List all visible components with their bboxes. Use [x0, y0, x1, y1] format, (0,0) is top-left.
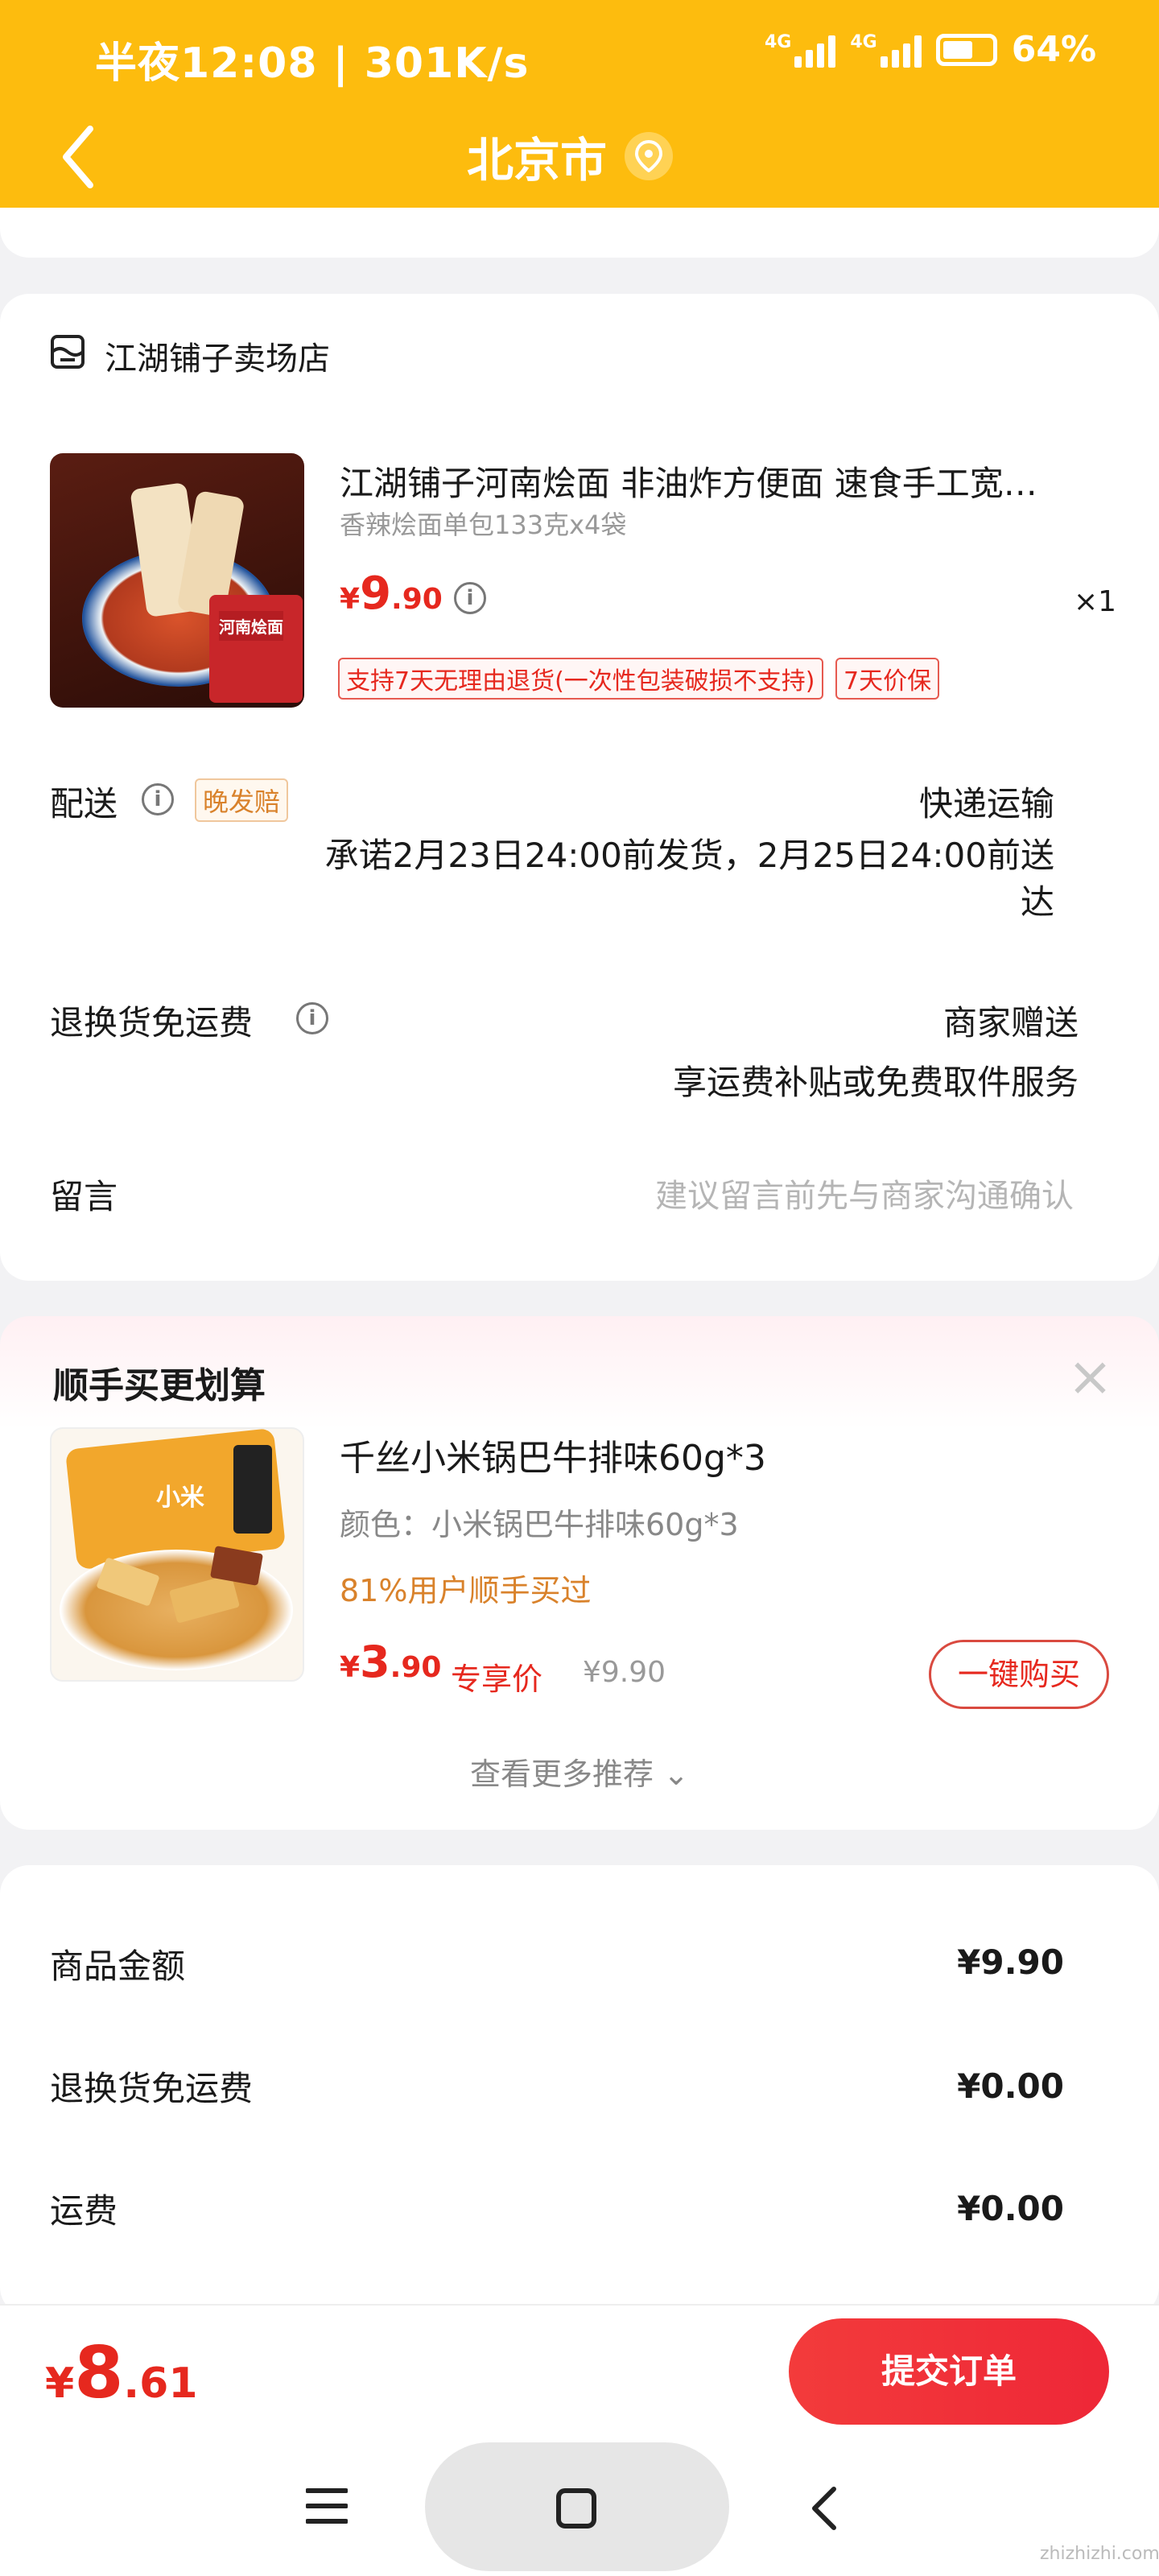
order-card: 江湖铺子卖场店 河南烩面 江湖铺子河南烩面 非油炸方便面 速食手工宽… 香辣烩面…	[0, 294, 1159, 1281]
product-price: ¥9.90	[340, 568, 443, 620]
menu-icon[interactable]	[306, 2487, 348, 2524]
price-info-icon[interactable]: i	[454, 582, 486, 614]
summary-label-shipping: 运费	[50, 2191, 118, 2231]
recommend-item-name[interactable]: 千丝小米锅巴牛排味60g*3	[340, 1429, 766, 1480]
recommend-buy-rate: 81%用户顺手买过	[340, 1573, 592, 1608]
product-image[interactable]: 河南烩面	[50, 453, 304, 708]
total-price: ¥8.61	[45, 2331, 198, 2414]
delivery-method[interactable]: 快递运输	[919, 777, 1054, 826]
submit-order-button[interactable]: 提交订单	[789, 2318, 1109, 2425]
status-icons: 4G 4G 64%	[765, 29, 1096, 70]
package-label: 河南烩面	[219, 611, 283, 641]
location-pin-icon	[625, 132, 674, 180]
product-quantity: ×1	[1074, 585, 1117, 618]
delivery-label: 配送	[50, 784, 118, 824]
page-title: 北京市	[467, 133, 608, 188]
original-price: ¥9.90	[583, 1656, 666, 1689]
price-protect-tag: 7天价保	[835, 658, 940, 700]
battery-icon	[935, 33, 997, 66]
price-summary-card: 商品金额 ¥9.90 退换货免运费 ¥0.00 运费 ¥0.00	[0, 1865, 1159, 2316]
message-input[interactable]: 建议留言前先与商家沟通确认	[655, 1170, 1074, 1216]
exclusive-price-tag: 专享价	[451, 1662, 543, 1697]
delivery-info-icon[interactable]: i	[142, 783, 174, 815]
product-spec[interactable]: 香辣烩面单包133克x4袋	[340, 505, 626, 542]
recommend-item-image[interactable]: 小米	[50, 1427, 304, 1682]
return-shipping-value: 商家赠送	[942, 1003, 1079, 1042]
summary-value-goods: ¥9.90	[957, 1942, 1064, 1982]
location-selector[interactable]: 北京市	[467, 122, 674, 190]
delivery-promise-line1: 承诺2月23日24:00前发货，2月25日24:00前送	[324, 836, 1054, 875]
summary-label-return-shipping: 退换货免运费	[50, 2069, 254, 2108]
recommend-title: 顺手买更划算	[53, 1365, 266, 1406]
return-shipping-info-icon[interactable]: i	[296, 1002, 328, 1034]
summary-value-shipping: ¥0.00	[957, 2189, 1064, 2228]
home-icon[interactable]	[555, 2487, 597, 2529]
message-label: 留言	[50, 1177, 118, 1216]
recommend-item-color[interactable]: 颜色：小米锅巴牛排味60g*3	[340, 1500, 739, 1544]
return-shipping-desc: 享运费补贴或免费取件服务	[672, 1063, 1079, 1102]
close-icon[interactable]: ×	[1067, 1345, 1113, 1409]
battery-percent: 64%	[1011, 29, 1097, 70]
more-recommend-link[interactable]: 查看更多推荐 ⌄	[0, 1749, 1159, 1794]
product-title[interactable]: 江湖铺子河南烩面 非油炸方便面 速食手工宽…	[340, 456, 1037, 506]
signal-icon: 4G	[765, 32, 836, 68]
watermark: zhizhizhi.com	[1040, 2544, 1159, 2564]
recommend-card: 顺手买更划算 × 小米 千丝小米锅巴牛排味60g*3 颜色：小米锅巴牛排味60g…	[0, 1316, 1159, 1830]
one-click-buy-button[interactable]: 一键购买	[929, 1640, 1109, 1709]
back-icon[interactable]	[56, 121, 105, 193]
recommend-price: ¥3.90	[340, 1637, 442, 1687]
store-icon	[51, 335, 85, 369]
return-policy-tag: 支持7天无理由退货(一次性包装破损不支持)	[338, 658, 823, 700]
signal-icon-2: 4G	[850, 32, 922, 68]
summary-label-goods: 商品金额	[50, 1946, 186, 1986]
package-label: 小米	[156, 1484, 204, 1512]
delivery-promise-line2: 达	[1020, 882, 1054, 922]
address-card-bottom	[0, 208, 1159, 258]
summary-value-return-shipping: ¥0.00	[957, 2066, 1064, 2106]
late-compensation-badge[interactable]: 晚发赔	[195, 778, 289, 822]
return-shipping-label: 退换货免运费	[50, 1003, 254, 1042]
status-time: 半夜12:08 | 301K/s	[95, 39, 530, 88]
store-name[interactable]: 江湖铺子卖场店	[105, 332, 330, 379]
nav-back-icon[interactable]	[808, 2484, 840, 2533]
